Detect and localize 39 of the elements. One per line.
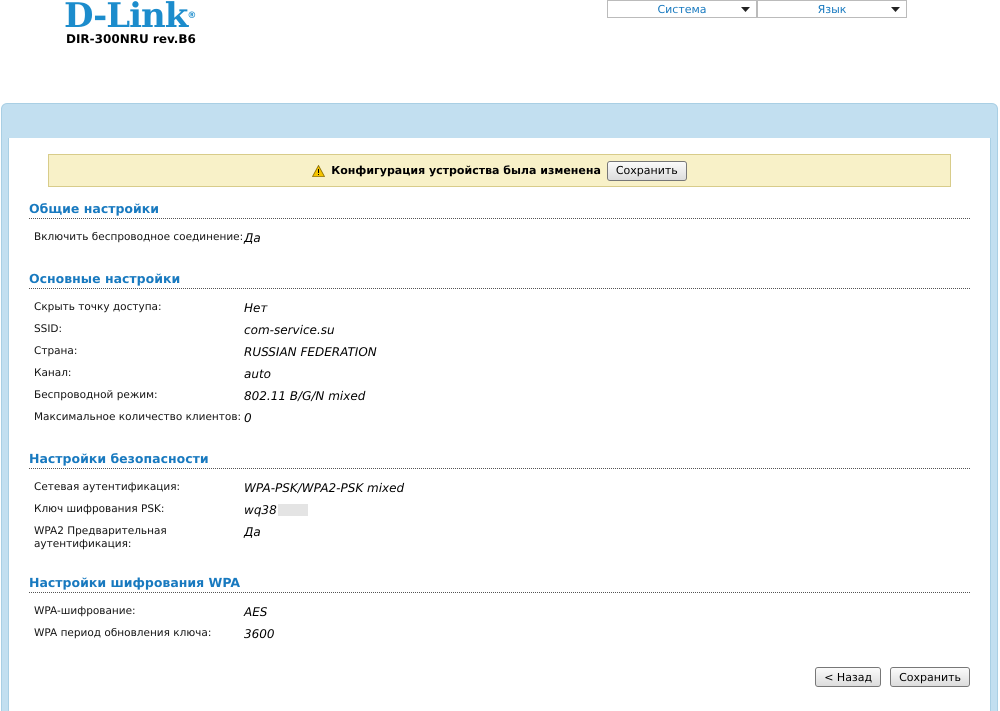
section-title: Настройки шифрования WPA [29, 575, 970, 593]
action-button[interactable]: < Назад [815, 667, 882, 687]
field-value: AES [244, 605, 268, 619]
field-value: Нет [244, 301, 268, 315]
field-value: WPA-PSK/WPA2-PSK mixed [244, 481, 404, 495]
save-button[interactable]: Сохранить [606, 160, 687, 180]
field-label: Беспроводной режим: [34, 389, 159, 402]
field-value: 0 [244, 411, 252, 425]
field-label: Канал: [34, 367, 72, 380]
field-value: auto [244, 367, 272, 381]
field-label: WPA-шифрование: [34, 605, 137, 618]
caret-icon [891, 7, 900, 12]
field-value: 3600 [244, 627, 275, 641]
field-value: wq38 [244, 503, 277, 517]
field-label: Максимальное количество клиентов: [34, 411, 242, 424]
field-label: Ключ шифрования PSK: [34, 503, 166, 516]
field-value: com-service.su [244, 323, 335, 337]
field-value: Да [244, 525, 261, 539]
field-label: WPA2 Предварительная аутентификация: [34, 525, 168, 551]
field-label: Сетевая аутентификация: [34, 481, 182, 494]
model-name: DIR-300NRU rev.B6 [66, 32, 196, 46]
notice-text: Конфигурация устройства была изменена [331, 164, 601, 177]
section-title: Основные настройки [29, 271, 970, 289]
warning-icon [312, 164, 326, 176]
field-value: Да [244, 231, 261, 245]
field-label: SSID: [34, 323, 64, 336]
field-label: Включить беспроводное соединение: [34, 231, 244, 243]
action-button[interactable]: Сохранить [890, 667, 970, 687]
section-title: Общие настройки [29, 201, 970, 219]
caret-icon [741, 7, 750, 12]
menu-dropdown[interactable]: Язык [757, 0, 907, 18]
field-label: Скрыть точку доступа: [34, 301, 163, 314]
section-title: Настройки безопасности [29, 451, 970, 469]
field-label: WPA период обновления ключа: [34, 627, 212, 640]
menu-dropdown[interactable]: Система [607, 0, 757, 18]
field-value: 802.11 B/G/N mixed [244, 389, 366, 403]
field-label: Страна: [34, 345, 78, 358]
logo: D-Link$^{®}$ [64, 0, 196, 32]
field-value: RUSSIAN FEDERATION [244, 345, 377, 359]
